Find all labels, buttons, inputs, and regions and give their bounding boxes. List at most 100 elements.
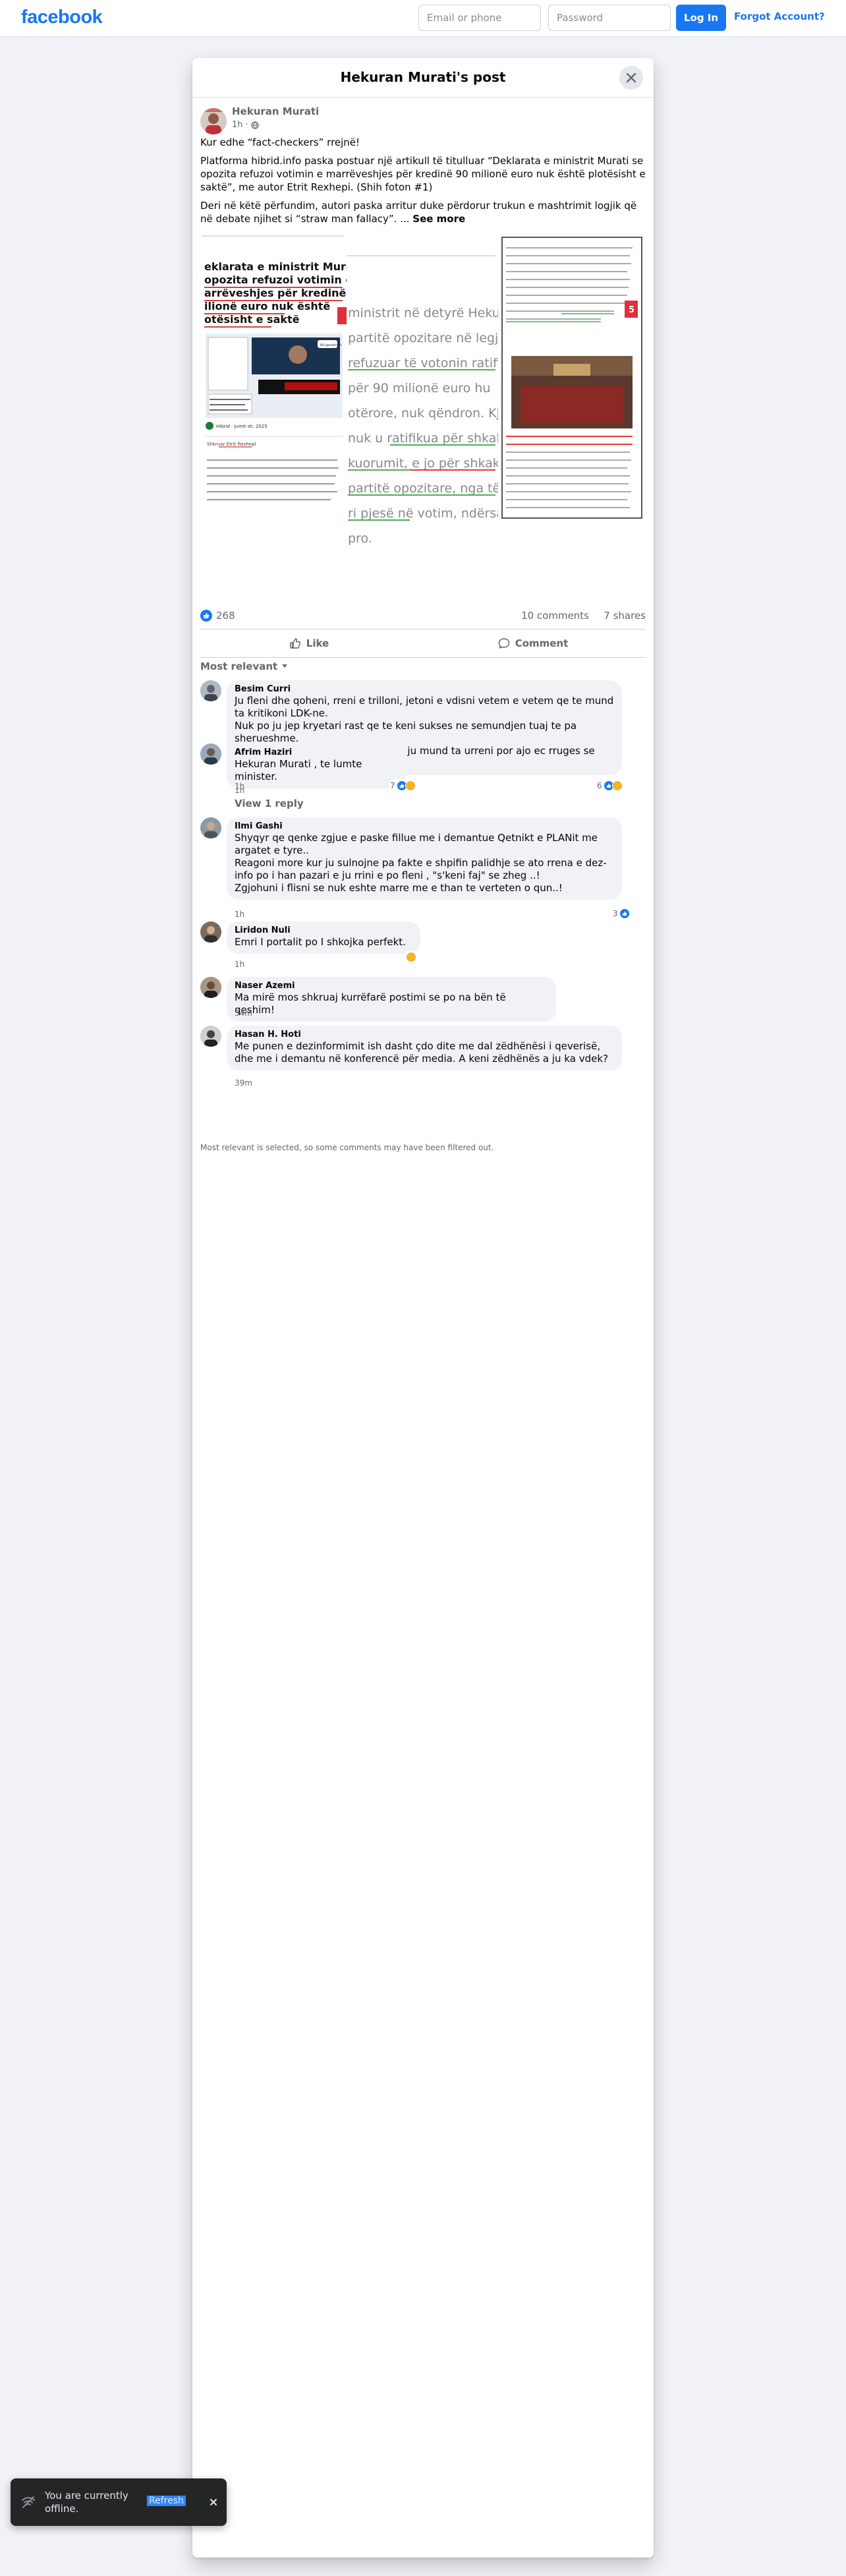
photo2-line: refuzuar të votonin ratifi — [348, 356, 501, 370]
comment: Liridon Nuli Emri I portalit po I shkojk… — [200, 922, 646, 969]
like-reaction-icon[interactable] — [200, 610, 212, 622]
dialog-header: Hekuran Murati's post — [192, 58, 654, 98]
comment-time[interactable]: 34m — [235, 1009, 252, 1018]
commenter-avatar[interactable] — [200, 680, 221, 701]
commenter-name[interactable]: Afrim Haziri — [235, 747, 398, 758]
haha-reaction-icon — [406, 952, 416, 962]
photo1-badge: Kë pjesërisht — [320, 343, 341, 347]
like-reaction-icon — [619, 908, 630, 919]
refresh-link[interactable]: Refresh — [147, 2496, 186, 2506]
commenter-avatar[interactable] — [200, 817, 221, 838]
post-action-bar: Like Comment — [200, 629, 646, 658]
comment-text: Hekuran Murati , te lumte minister. — [235, 758, 366, 782]
view-replies-link[interactable]: View 1 reply — [235, 798, 304, 809]
haha-reaction-icon — [405, 780, 416, 791]
photo2-line: ri pjesë në votim, ndërsa — [348, 506, 504, 521]
commenter-avatar[interactable] — [200, 744, 221, 765]
comment-icon — [498, 638, 509, 649]
post-paragraph: Platforma hibrid.info paska postuar një … — [200, 155, 646, 193]
comment-reaction-count: 7 — [390, 781, 395, 790]
photo1-headline-line: otësisht e saktë — [204, 313, 300, 326]
thumbs-up-icon — [290, 638, 300, 649]
comment-button[interactable]: Comment — [424, 632, 642, 655]
forgot-account-link[interactable]: Forgot Account? — [734, 11, 825, 22]
comment-reaction-count: 3 — [613, 909, 618, 918]
photo1-byline: Hibrid · Jumë sh. 2025 — [216, 424, 268, 429]
post-body: Kur edhe “fact-checkers” rrejnë! Platfor… — [200, 136, 646, 231]
commenter-name[interactable]: Naser Azemi — [235, 981, 548, 991]
reactions-summary: 268 10 comments 7 shares — [200, 606, 646, 625]
separator-dot: · — [245, 120, 248, 130]
top-navigation-bar: facebook Log In Forgot Account? — [0, 0, 846, 37]
dialog-title: Hekuran Murati's post — [340, 69, 506, 85]
comment-label: Comment — [515, 637, 569, 649]
photo-collage: eklarata e ministrit Murati opozita refu… — [202, 235, 644, 596]
photo-3[interactable]: 5 — [498, 235, 644, 519]
post-dialog: Hekuran Murati's post Hekuran Murati 1h … — [192, 58, 654, 2558]
commenter-name[interactable]: Hasan H. Hoti — [235, 1030, 614, 1040]
comment-reactions[interactable] — [405, 951, 418, 964]
commenter-avatar[interactable] — [200, 977, 221, 998]
comment-reactions[interactable]: 7 — [389, 779, 417, 792]
like-button[interactable]: Like — [200, 632, 418, 655]
post-photo-grid: eklarata e ministrit Murati opozita refu… — [192, 235, 654, 596]
commenter-name[interactable]: Ilmi Gashi — [235, 821, 614, 832]
photo2-line: pro. — [348, 531, 372, 546]
author-name[interactable]: Hekuran Murati — [232, 105, 319, 117]
close-button[interactable] — [619, 66, 643, 90]
author-avatar[interactable] — [200, 108, 227, 134]
comment: Afrim Haziri Hekuran Murati , te lumte m… — [200, 744, 646, 809]
photo1-headline-line: eklarata e ministrit Murati — [204, 260, 362, 273]
comments-count[interactable]: 10 comments — [521, 610, 589, 622]
comment-time[interactable]: 1h — [235, 960, 244, 969]
like-label: Like — [306, 637, 329, 649]
reaction-count[interactable]: 268 — [216, 610, 235, 622]
comment-time[interactable]: 1h — [235, 910, 244, 919]
commenter-name[interactable]: Liridon Nuli — [235, 925, 412, 936]
chevron-down-icon — [282, 664, 288, 668]
comment-time[interactable]: 39m — [235, 1078, 252, 1088]
photo-1[interactable]: eklarata e ministrit Murati opozita refu… — [202, 235, 364, 596]
shares-count[interactable]: 7 shares — [604, 610, 646, 622]
comment-bubble: Hasan H. Hoti Me punen e dezinformimit i… — [227, 1026, 622, 1070]
photo1-headline-line: arrëveshjes për kredinë 90 — [204, 287, 364, 299]
photo2-line: nuk u ratifikua për shkak — [348, 431, 503, 446]
email-field[interactable] — [418, 5, 541, 31]
post-paragraph: Deri në këtë përfundim, autori paska arr… — [200, 199, 646, 225]
facebook-logo[interactable]: facebook — [21, 7, 103, 28]
log-in-button[interactable]: Log In — [676, 5, 726, 31]
photo1-author-line: Shkruar Etrit Rexhepi — [207, 442, 256, 447]
comment-bubble: Liridon Nuli Emri I portalit po I shkojk… — [227, 922, 420, 954]
globe-icon — [251, 121, 259, 129]
password-field[interactable] — [548, 5, 671, 31]
comment: Naser Azemi Ma mirë mos shkruaj kurrëfar… — [200, 977, 646, 1022]
photo-2[interactable]: ministrit në detyrë Hekur partitë opozit… — [347, 254, 505, 564]
comment-sort-dropdown[interactable]: Most relevant — [200, 660, 288, 672]
photo2-line: ministrit në detyrë Hekur — [348, 306, 505, 320]
photo2-line: kuorumit, e jo për shkak — [348, 456, 500, 471]
post-time[interactable]: 1h — [232, 120, 243, 130]
sort-label: Most relevant — [200, 660, 278, 672]
toast-close-button[interactable] — [206, 2494, 221, 2510]
offline-message: You are currently offline. — [45, 2490, 128, 2515]
commenter-avatar[interactable] — [200, 922, 221, 943]
comment-bubble: Ilmi Gashi Shyqyr qe qenke zgjue e paske… — [227, 817, 622, 900]
photo1-headline-line: opozita refuzoi votimin e — [204, 274, 352, 286]
photo2-line: partitë opozitare në legj — [348, 331, 498, 345]
offline-icon — [22, 2496, 35, 2508]
comment-time[interactable]: 1h — [235, 782, 244, 791]
post-paragraph: Kur edhe “fact-checkers” rrejnë! — [200, 136, 360, 148]
commenter-name[interactable]: Besim Curri — [235, 684, 614, 695]
comment-text: Me punen e dezinformimit ish dasht çdo d… — [235, 1040, 608, 1065]
photo2-line: otërore, nuk qëndron. Kj — [348, 406, 500, 421]
comment-bubble: Afrim Haziri Hekuran Murati , te lumte m… — [227, 744, 406, 788]
see-more-link[interactable]: See more — [412, 213, 465, 225]
photo2-line: për 90 milionë euro hu — [348, 381, 490, 395]
comment-text: Shyqyr qe qenke zgjue e paske fillue me … — [235, 832, 607, 894]
comment-reactions[interactable]: 3 — [611, 907, 631, 920]
comment-bubble: Naser Azemi Ma mirë mos shkruaj kurrëfar… — [227, 977, 556, 1022]
close-icon — [210, 2499, 217, 2505]
filter-note: Most relevant is selected, so some comme… — [200, 1143, 494, 1152]
photo2-line: partitë opozitare, nga të — [348, 481, 500, 496]
commenter-avatar[interactable] — [200, 1026, 221, 1047]
